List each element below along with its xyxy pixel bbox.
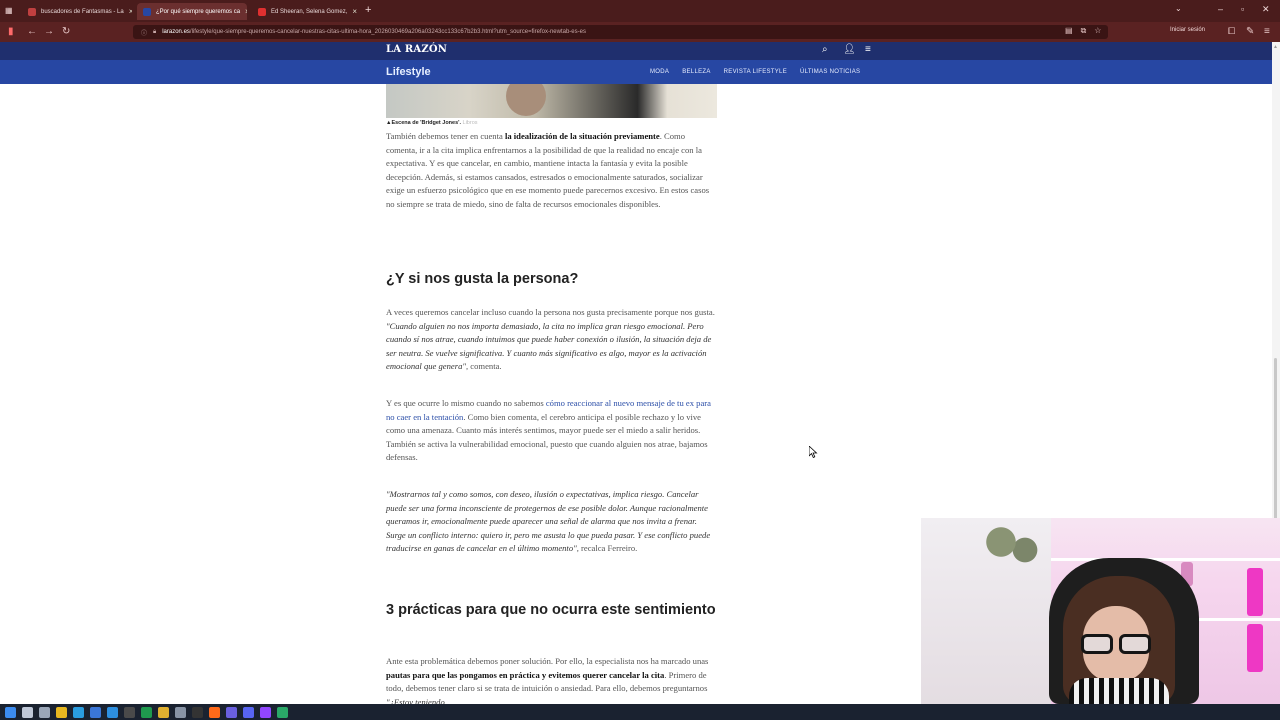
paragraph-idealizacion: También debemos tener en cuenta la ideal… — [386, 131, 710, 209]
favicon-icon — [28, 7, 36, 16]
close-icon[interactable]: × — [129, 7, 132, 16]
task-view-icon[interactable] — [39, 706, 50, 718]
forward-icon[interactable]: → — [44, 26, 54, 37]
tab-title: ¿Por qué siempre queremos ca — [156, 8, 241, 15]
section-title[interactable]: Lifestyle — [386, 66, 431, 78]
heading-3-practicas: 3 prácticas para que no ocurra este sent… — [386, 602, 716, 618]
scroll-up-icon[interactable]: ▲ — [1273, 44, 1278, 50]
close-icon[interactable]: × — [352, 7, 357, 16]
site-logo[interactable]: LA RAZÓN — [386, 44, 447, 55]
image-caption: ▲Escena de 'Bridget Jones'. Libros — [386, 120, 478, 126]
windows-icon[interactable] — [5, 706, 16, 718]
url-bar[interactable]: ⓘ 🔒︎ larazon.es/lifestyle/que-siempre-qu… — [133, 25, 1108, 39]
nav-belleza[interactable]: BELLEZA — [682, 69, 710, 75]
favicon-icon — [258, 7, 266, 16]
search-icon[interactable]: ⌕ — [822, 44, 828, 55]
edge-icon[interactable] — [73, 706, 84, 718]
chevron-down-icon[interactable]: ⌄ — [1175, 4, 1182, 13]
extension-icon[interactable]: ✎ — [1246, 26, 1254, 37]
bookmark-star-icon[interactable]: ☆ — [1094, 26, 1101, 36]
tab-ed-sheeran[interactable]: Ed Sheeran, Selena Gomez, × — [252, 3, 358, 20]
sign-in-button[interactable]: Iniciar sesión — [1170, 27, 1205, 33]
paragraph-ex-link: Y es que ocurre lo mismo cuando no sabem… — [386, 398, 711, 462]
windows-taskbar — [0, 704, 1280, 720]
obs-icon[interactable] — [192, 706, 203, 718]
folder-icon[interactable] — [56, 706, 67, 718]
tab-article[interactable]: ¿Por qué siempre queremos ca × — [137, 3, 247, 20]
site-top-bar: LA RAZÓN ⌕ 👤︎ ≡ — [0, 42, 1272, 60]
twitch-icon[interactable] — [260, 706, 271, 718]
settings-icon[interactable] — [175, 706, 186, 718]
store-icon[interactable] — [90, 706, 101, 718]
hamburger-menu-icon[interactable]: ≡ — [865, 44, 871, 55]
info-icon[interactable]: ⓘ — [141, 28, 147, 37]
nav-moda[interactable]: MODA — [650, 69, 669, 75]
extensions-icon[interactable]: ⧠ — [1228, 26, 1235, 37]
tab-buscadores[interactable]: buscadores de Fantasmas - La × — [22, 3, 132, 20]
paragraph-si-nos-gusta: A veces queremos cancelar incluso cuando… — [386, 307, 715, 371]
menu-icon[interactable]: ≡ — [1264, 26, 1270, 37]
nav-ultimas-noticias[interactable]: ÚLTIMAS NOTICIAS — [800, 69, 860, 75]
paragraph-practicas: Ante esta problemática debemos poner sol… — [386, 656, 709, 707]
url-domain: larazon.es — [162, 29, 190, 35]
excel-icon[interactable] — [141, 706, 152, 718]
firefox-icon[interactable] — [209, 706, 220, 718]
caption-credit: Libros — [462, 120, 478, 126]
app2-icon[interactable] — [277, 706, 288, 718]
caption-text: ▲Escena de 'Bridget Jones'. — [386, 120, 461, 126]
tab-title: Ed Sheeran, Selena Gomez, — [271, 8, 348, 15]
search-icon[interactable] — [22, 706, 33, 718]
chrome-icon[interactable] — [158, 706, 169, 718]
reload-icon[interactable]: ↻ — [62, 26, 70, 37]
vscode-icon[interactable] — [107, 706, 118, 718]
user-icon[interactable]: 👤︎ — [843, 44, 856, 55]
translate-icon[interactable]: ⧉ — [1081, 26, 1087, 36]
article-image — [386, 84, 717, 118]
url-path: /lifestyle/que-siempre-queremos-cancelar… — [189, 29, 586, 35]
terminal-icon[interactable] — [124, 706, 135, 718]
back-icon[interactable]: ← — [27, 26, 37, 37]
heading-si-nos-gusta: ¿Y si nos gusta la persona? — [386, 271, 579, 287]
navigation-bar: ▮ ← → ↻ ⓘ 🔒︎ larazon.es/lifestyle/que-si… — [0, 22, 1280, 42]
discord-icon[interactable] — [243, 706, 254, 718]
close-window-icon[interactable]: ✕ — [1262, 4, 1270, 15]
close-icon[interactable]: × — [245, 7, 247, 16]
paragraph-ferreiro-quote: "Mostrarnos tal y como somos, con deseo,… — [386, 489, 711, 553]
mouse-cursor-icon — [809, 446, 818, 458]
favicon-icon — [143, 7, 151, 16]
tab-bar: ▦ buscadores de Fantasmas - La × ¿Por qu… — [0, 0, 1280, 22]
app-icon[interactable] — [226, 706, 237, 718]
section-bar: Lifestyle MODA BELLEZA REVISTA LIFESTYLE… — [0, 60, 1272, 84]
webcam-overlay — [921, 518, 1280, 704]
minimize-icon[interactable]: – — [1218, 4, 1223, 14]
lock-icon: 🔒︎ — [153, 28, 157, 35]
nav-revista-lifestyle[interactable]: REVISTA LIFESTYLE — [724, 69, 787, 75]
tab-list-icon[interactable]: ▦ — [5, 6, 13, 15]
section-nav: MODA BELLEZA REVISTA LIFESTYLE ÚLTIMAS N… — [650, 69, 860, 75]
sidebar-icon[interactable]: ▮ — [8, 26, 14, 37]
new-tab-button[interactable]: + — [365, 4, 371, 16]
reader-view-icon[interactable]: ▤ — [1065, 26, 1073, 36]
tab-title: buscadores de Fantasmas - La — [41, 8, 124, 15]
maximize-icon[interactable]: ▫ — [1241, 4, 1244, 14]
